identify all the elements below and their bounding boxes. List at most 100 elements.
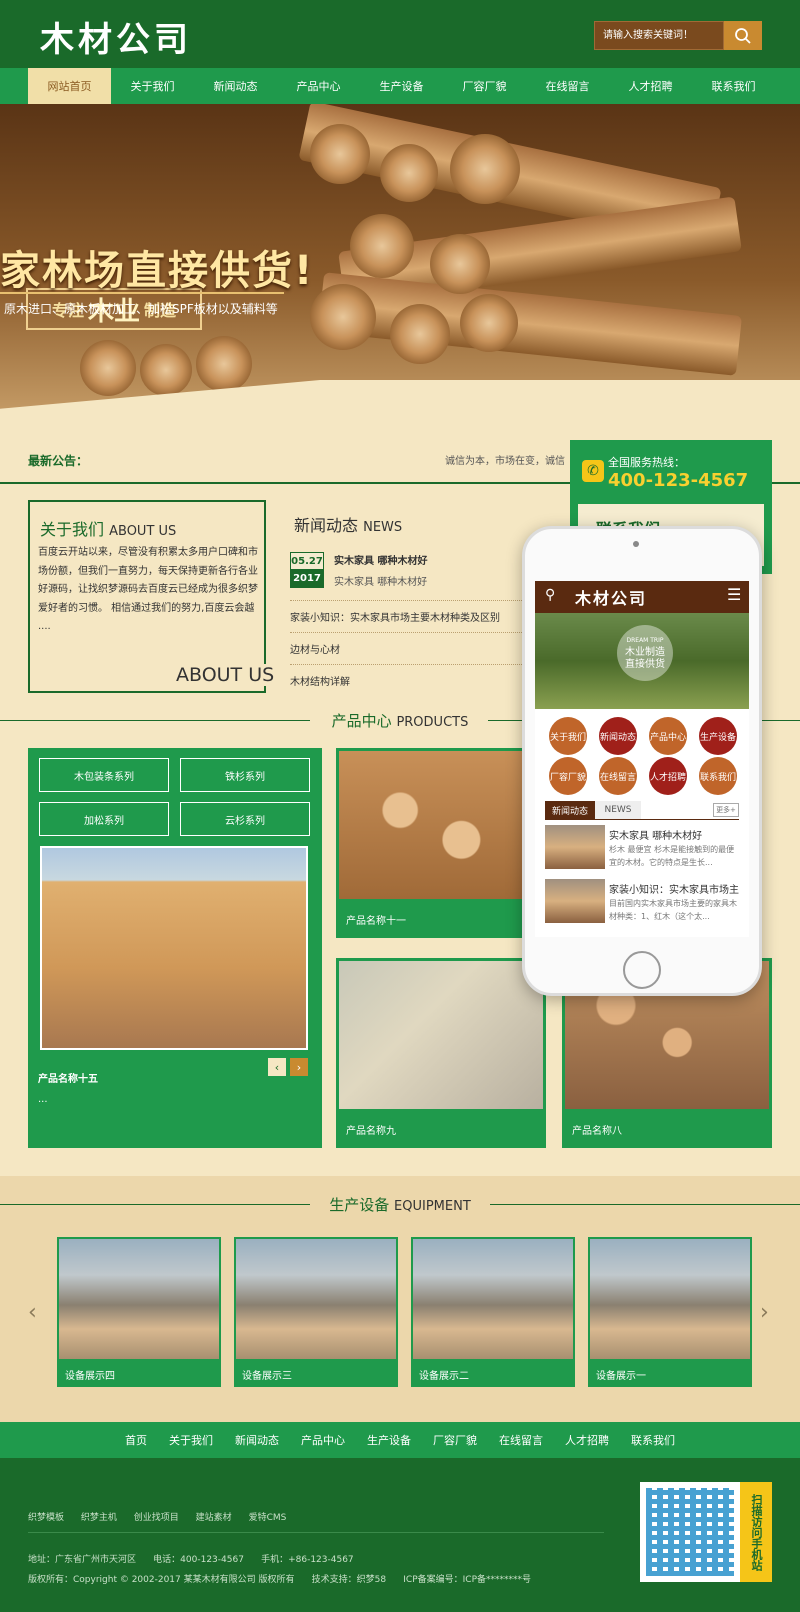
category-button[interactable]: 铁杉系列 bbox=[180, 758, 310, 792]
nav-jobs[interactable]: 人才招聘 bbox=[609, 68, 692, 104]
footer-nav-item[interactable]: 产品中心 bbox=[290, 1432, 356, 1448]
notice-marquee[interactable]: 诚信为本，市场在变，诚信 bbox=[445, 452, 565, 467]
mobile-nav-circle[interactable]: 在线留言 bbox=[599, 757, 637, 795]
news-item[interactable]: 家装小知识：实木家具市场主要木材种类及区别 bbox=[290, 600, 530, 624]
main-nav: 网站首页 关于我们 新闻动态 产品中心 生产设备 厂容厂貌 在线留言 人才招聘 … bbox=[0, 68, 800, 104]
hotline-panel: ✆ 全国服务热线： 400-123-4567 bbox=[570, 440, 772, 504]
nav-products[interactable]: 产品中心 bbox=[277, 68, 360, 104]
category-button[interactable]: 木包装条系列 bbox=[39, 758, 169, 792]
equipment-next-arrow[interactable]: › bbox=[760, 1300, 769, 1325]
site-header: 木材公司 bbox=[0, 0, 800, 68]
mobile-nav-circle[interactable]: 联系我们 bbox=[699, 757, 737, 795]
equipment-title-cn: 生产设备 bbox=[329, 1196, 390, 1214]
site-logo[interactable]: 木材公司 bbox=[40, 12, 192, 60]
nav-factory[interactable]: 厂容厂貌 bbox=[443, 68, 526, 104]
nav-about[interactable]: 关于我们 bbox=[111, 68, 194, 104]
search-input[interactable] bbox=[595, 22, 723, 49]
phone-mockup: ⚲ 木材公司 ☰ DREAM TRIP 木业制造 直接供货 关于我们 新闻动态 … bbox=[522, 526, 762, 996]
mobile-badge-line1: 木业制造 bbox=[625, 647, 665, 658]
equipment-image bbox=[236, 1239, 396, 1359]
equipment-card[interactable]: 设备展示三 bbox=[234, 1237, 398, 1387]
mobile-more-button[interactable]: 更多+ bbox=[713, 803, 739, 817]
mobile-news-title[interactable]: 实木家具 哪种木材好 bbox=[609, 827, 739, 842]
hotline-number: 400-123-4567 bbox=[608, 470, 749, 491]
banner-subtitle: 原木进口、原木板材加工、加松SPF板材以及辅料等 bbox=[4, 302, 278, 316]
mobile-banner-badge: DREAM TRIP 木业制造 直接供货 bbox=[617, 625, 673, 681]
footer-nav-item[interactable]: 人才招聘 bbox=[554, 1432, 620, 1448]
prev-arrow-button[interactable]: ‹ bbox=[268, 1058, 286, 1076]
log-end-image bbox=[450, 134, 520, 204]
news-item[interactable]: 木材结构详解 bbox=[290, 664, 530, 688]
about-title-cn: 关于我们 bbox=[40, 520, 105, 539]
equipment-card[interactable]: 设备展示四 bbox=[57, 1237, 221, 1387]
product-main-image[interactable] bbox=[40, 846, 308, 1050]
mobile-nav-circle[interactable]: 新闻动态 bbox=[599, 717, 637, 755]
nav-equipment[interactable]: 生产设备 bbox=[360, 68, 443, 104]
mobile-news-thumb bbox=[545, 879, 605, 923]
footer-nav-item[interactable]: 新闻动态 bbox=[224, 1432, 290, 1448]
news-featured-title[interactable]: 实木家具 哪种木材好 bbox=[334, 552, 427, 567]
footer-nav-item[interactable]: 生产设备 bbox=[356, 1432, 422, 1448]
product-name: 产品名称八 bbox=[572, 1126, 622, 1137]
mobile-nav-circle[interactable]: 生产设备 bbox=[699, 717, 737, 755]
mobile-tab-divider bbox=[545, 819, 739, 820]
friend-link[interactable]: 织梦模板 bbox=[28, 1513, 64, 1523]
footer-nav-item[interactable]: 关于我们 bbox=[158, 1432, 224, 1448]
equipment-card[interactable]: 设备展示一 bbox=[588, 1237, 752, 1387]
log-end-image bbox=[380, 144, 438, 202]
footer-nav-item[interactable]: 联系我们 bbox=[620, 1432, 686, 1448]
mobile-news-title[interactable]: 家装小知识：实木家具市场主... bbox=[609, 881, 739, 896]
mobile-nav-circle[interactable]: 厂容厂貌 bbox=[549, 757, 587, 795]
equipment-name: 设备展示四 bbox=[65, 1371, 115, 1382]
equipment-prev-arrow[interactable]: ‹ bbox=[28, 1300, 37, 1325]
product-main-name[interactable]: 产品名称十五 bbox=[38, 1070, 98, 1085]
about-title-en: ABOUT US bbox=[109, 524, 177, 539]
mobile-nav-circle[interactable]: 人才招聘 bbox=[649, 757, 687, 795]
log-end-image bbox=[140, 344, 192, 396]
equipment-name: 设备展示二 bbox=[419, 1371, 469, 1382]
banner-title: 家林场直接供货! bbox=[0, 248, 315, 294]
nav-message[interactable]: 在线留言 bbox=[526, 68, 609, 104]
product-card[interactable]: 产品名称十一 bbox=[336, 748, 546, 938]
log-end-image bbox=[196, 336, 252, 392]
mobile-news-thumb bbox=[545, 825, 605, 869]
footer-nav-item[interactable]: 厂容厂貌 bbox=[422, 1432, 488, 1448]
mobile-tab-news-en[interactable]: NEWS bbox=[595, 801, 641, 819]
footer-nav-item[interactable]: 在线留言 bbox=[488, 1432, 554, 1448]
news-item[interactable]: 边材与心材 bbox=[290, 632, 530, 656]
next-arrow-button[interactable]: › bbox=[290, 1058, 308, 1076]
category-button[interactable]: 云杉系列 bbox=[180, 802, 310, 836]
friend-link[interactable]: 创业找项目 bbox=[134, 1513, 179, 1523]
news-date-day: 05.27 bbox=[290, 552, 324, 570]
mobile-logo[interactable]: 木材公司 bbox=[575, 585, 647, 609]
friend-link[interactable]: 建站素材 bbox=[196, 1513, 232, 1523]
friend-link[interactable]: 织梦主机 bbox=[81, 1513, 117, 1523]
mobile-menu-icon[interactable]: ☰ bbox=[727, 585, 741, 604]
category-button[interactable]: 加松系列 bbox=[39, 802, 169, 836]
nav-home[interactable]: 网站首页 bbox=[28, 68, 111, 104]
footer-nav-item[interactable]: 首页 bbox=[114, 1432, 158, 1448]
friend-link[interactable]: 爱特CMS bbox=[249, 1513, 287, 1523]
news-title[interactable]: 新闻动态 NEWS bbox=[294, 512, 402, 536]
log-end-image bbox=[460, 294, 518, 352]
nav-contact[interactable]: 联系我们 bbox=[692, 68, 775, 104]
hotline-label: 全国服务热线： bbox=[608, 456, 685, 469]
mobile-tab-news[interactable]: 新闻动态 bbox=[545, 801, 595, 819]
product-card[interactable]: 产品名称九 bbox=[336, 958, 546, 1148]
mobile-news-desc: 目前国内实木家具市场主要的家具木材种类：1、红木（这个太... bbox=[609, 899, 737, 921]
products-title-cn: 产品中心 bbox=[331, 712, 392, 730]
mobile-nav-circle[interactable]: 关于我们 bbox=[549, 717, 587, 755]
about-text: 百度云开站以来，尽管没有积累太多用户口碑和市场份额，但我们一直努力，每天保持更新… bbox=[38, 547, 258, 632]
about-title[interactable]: 关于我们 ABOUT US bbox=[40, 516, 176, 540]
news-featured-desc: 实木家具 哪种木材好 bbox=[334, 577, 428, 588]
search-button[interactable] bbox=[724, 21, 762, 50]
search-box bbox=[594, 21, 724, 50]
news-title-cn: 新闻动态 bbox=[294, 516, 359, 535]
qr-label: 扫描访问手机站 bbox=[740, 1482, 772, 1582]
mobile-search-icon[interactable]: ⚲ bbox=[545, 587, 555, 603]
footer-address: 地址：广东省广州市天河区 电话：400-123-4567 手机：+86-123-… bbox=[28, 1555, 354, 1565]
about-big-label[interactable]: ABOUT US bbox=[172, 664, 279, 686]
nav-news[interactable]: 新闻动态 bbox=[194, 68, 277, 104]
equipment-card[interactable]: 设备展示二 bbox=[411, 1237, 575, 1387]
mobile-nav-circle[interactable]: 产品中心 bbox=[649, 717, 687, 755]
